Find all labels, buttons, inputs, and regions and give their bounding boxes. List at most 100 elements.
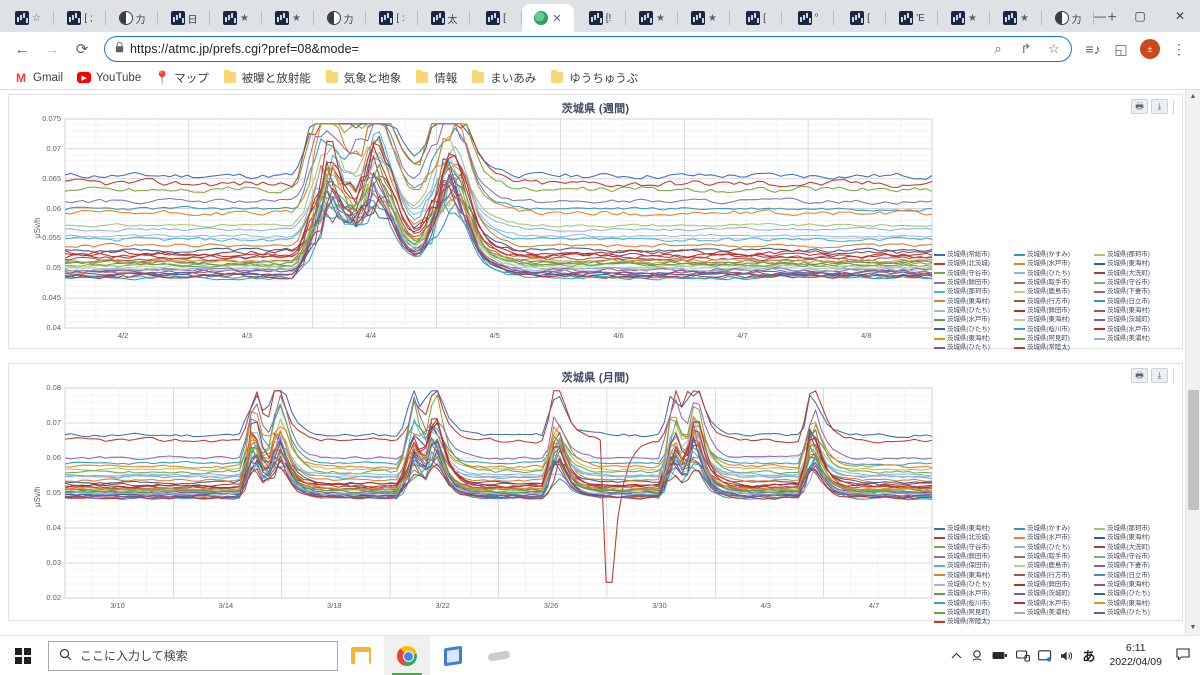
browser-tab[interactable]: 力 — [106, 4, 158, 32]
legend-item[interactable]: 茨城県(常陸太) — [1013, 343, 1094, 352]
legend-item[interactable]: 茨城県(守谷市) — [1093, 552, 1174, 561]
legend-item[interactable]: 茨城県(水戸市) — [934, 315, 1014, 324]
legend-item[interactable]: 茨城県(大洗町) — [1093, 543, 1174, 552]
browser-tab[interactable]: [ — [470, 4, 522, 32]
legend-item[interactable]: 茨城県(美浦村) — [1093, 334, 1174, 343]
legend-item[interactable]: 茨城県(水戸市) — [1013, 259, 1094, 268]
legend-item[interactable]: 茨城県(東海村) — [1013, 315, 1094, 324]
legend-item[interactable]: 茨城県(常総市) — [934, 250, 1014, 259]
legend-item[interactable]: 茨城県(茨城町) — [1013, 589, 1094, 598]
back-button[interactable]: ← — [8, 35, 36, 63]
tray-expand-chevron-up-icon[interactable] — [951, 652, 962, 660]
scroll-down-arrow-icon[interactable]: ▼ — [1190, 621, 1197, 635]
tab-star-icon[interactable]: ★ — [240, 13, 249, 24]
legend-item[interactable]: 茨城県(水戸市) — [1093, 325, 1174, 334]
profile-avatar[interactable]: ± — [1140, 39, 1160, 59]
bookmark-star-icon[interactable]: ☆ — [1043, 38, 1065, 60]
bookmark-item[interactable]: M Gmail — [8, 69, 69, 87]
notification-center-icon[interactable] — [1176, 648, 1194, 663]
tab-star-icon[interactable]: ★ — [968, 13, 977, 24]
legend-item[interactable]: 茨城県(桜川市) — [934, 599, 1014, 608]
tab-star-icon[interactable]: ★ — [656, 13, 665, 24]
legend-item[interactable]: 茨城県(取手市) — [1013, 278, 1094, 287]
legend-item[interactable]: 茨城県(茨城町) — [1093, 315, 1174, 324]
legend-item[interactable]: 茨城県(鹿島市) — [1013, 287, 1094, 296]
bookmark-item[interactable]: まいあみ — [465, 68, 542, 88]
legend-item[interactable]: 茨城県(常陸太) — [934, 617, 1014, 626]
legend-item[interactable]: 茨城県(ひたち) — [934, 580, 1014, 589]
browser-tab[interactable]: ★ — [938, 4, 990, 32]
legend-item[interactable]: 茨城県(ひたち) — [934, 306, 1014, 315]
taskbar-file-explorer[interactable] — [338, 636, 384, 675]
browser-tab[interactable]: [ ; — [54, 4, 106, 32]
bookmark-item[interactable]: 📍 マップ — [149, 68, 215, 88]
tab-star-icon[interactable]: ★ — [1020, 13, 1029, 24]
legend-item[interactable]: 茨城県(東海村) — [934, 571, 1014, 580]
legend-item[interactable]: 茨城県(水戸市) — [1013, 599, 1094, 608]
legend-item[interactable]: 茨城県(大洗町) — [1093, 269, 1174, 278]
address-bar[interactable]: https://atmc.jp/prefs.cgi?pref=08&mode= … — [104, 36, 1072, 62]
legend-item[interactable]: 茨城県(取手市) — [1013, 552, 1094, 561]
forward-button[interactable]: → — [38, 35, 66, 63]
legend-item[interactable]: 茨城県(ひたち) — [1093, 589, 1174, 598]
close-window-button[interactable]: ✕ — [1160, 0, 1200, 32]
legend-item[interactable]: 茨城県(東海村) — [934, 334, 1014, 343]
page-scrollbar[interactable]: ▲ ▼ — [1185, 90, 1200, 635]
minimize-button[interactable]: — — [1080, 0, 1120, 32]
legend-item[interactable]: 茨城県(東海村) — [1093, 306, 1174, 315]
start-button[interactable] — [0, 636, 46, 675]
legend-item[interactable]: 茨城県(日立市) — [1093, 571, 1174, 580]
legend-item[interactable]: 茨城県(ひたち) — [1013, 269, 1094, 278]
bookmark-item[interactable]: 情報 — [409, 68, 463, 88]
taskbar-notebook[interactable] — [430, 636, 476, 675]
share-icon[interactable]: ↱ — [1015, 38, 1037, 60]
legend-item[interactable]: 茨城県(阿見町) — [934, 608, 1014, 617]
browser-tab[interactable]: ★ — [262, 4, 314, 32]
legend-item[interactable]: 茨城県(那珂市) — [934, 287, 1014, 296]
legend-item[interactable]: 茨城県(鉾田市) — [934, 278, 1014, 287]
browser-tab[interactable]: [ : — [366, 4, 418, 32]
tab-star-icon[interactable]: ★ — [292, 13, 301, 24]
legend-item[interactable]: 茨城県(東海村) — [1093, 533, 1174, 542]
browser-tab[interactable]: ★ — [210, 4, 262, 32]
legend-item[interactable]: 茨城県(鉾田市) — [1013, 306, 1094, 315]
reload-button[interactable]: ⟳ — [68, 35, 96, 63]
browser-tab[interactable]: ° — [782, 4, 834, 32]
taskbar-pen-app[interactable] — [476, 636, 522, 675]
legend-item[interactable]: 茨城県(ひたち) — [934, 325, 1014, 334]
browser-tab[interactable]: [! — [574, 4, 626, 32]
legend-item[interactable]: 茨城県(日立市) — [1093, 297, 1174, 306]
legend-item[interactable]: 茨城県(東海村) — [1093, 259, 1174, 268]
side-panel-icon[interactable]: ◱ — [1108, 36, 1134, 62]
bookmark-item[interactable]: ▶ YouTube — [71, 70, 147, 86]
bookmark-item[interactable]: 気象と地象 — [319, 68, 408, 88]
tray-meeting-icon[interactable] — [970, 649, 984, 662]
bookmark-item[interactable]: 被曝と放射能 — [217, 68, 317, 88]
browser-tab[interactable]: ★ — [626, 4, 678, 32]
browser-tab[interactable]: [ — [834, 4, 886, 32]
tray-network-icon[interactable] — [1016, 649, 1031, 662]
legend-item[interactable]: 茨城県(美浦村) — [1013, 608, 1094, 617]
legend-item[interactable]: 茨城県(東海村) — [934, 297, 1014, 306]
browser-tab[interactable]: ☆ — [2, 4, 54, 32]
legend-item[interactable]: 茨城県(行方市) — [1013, 571, 1094, 580]
legend-item[interactable]: 茨城県(水戸市) — [1013, 533, 1094, 542]
taskbar-clock[interactable]: 6:11 2022/04/09 — [1103, 642, 1168, 668]
tray-battery-icon[interactable] — [992, 650, 1008, 661]
ime-indicator[interactable]: あ — [1082, 646, 1095, 665]
browser-tab[interactable]: ★ — [678, 4, 730, 32]
legend-item[interactable]: 茨城県(那珂市) — [1093, 250, 1174, 259]
legend-item[interactable]: 茨城県(東海村) — [1093, 599, 1174, 608]
legend-item[interactable]: 茨城県(桜川市) — [1013, 325, 1094, 334]
browser-tab[interactable]: ✕ — [522, 4, 574, 32]
reading-list-icon[interactable]: ≡♪ — [1080, 36, 1106, 62]
legend-item[interactable]: 茨城県(北茨城) — [934, 533, 1014, 542]
legend-item[interactable]: 茨城県(かすみ) — [1013, 250, 1094, 259]
legend-item[interactable]: 茨城県(ひたち) — [1093, 608, 1174, 617]
browser-tab[interactable]: 力 — [314, 4, 366, 32]
browser-tab[interactable]: 太 — [418, 4, 470, 32]
tab-close-icon[interactable]: ✕ — [552, 12, 561, 25]
legend-item[interactable]: 茨城県(守谷市) — [934, 543, 1014, 552]
legend-item[interactable]: 茨城県(阿見町) — [1013, 334, 1094, 343]
chrome-menu-icon[interactable]: ⋮ — [1166, 36, 1192, 62]
